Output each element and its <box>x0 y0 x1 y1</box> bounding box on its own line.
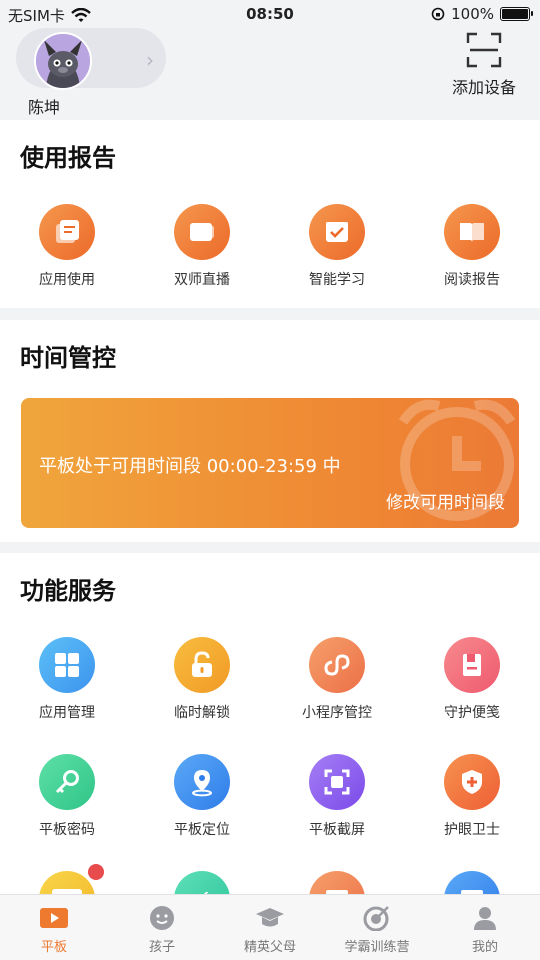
usage-report-title: 使用报告 <box>20 144 116 172</box>
battery-icon <box>500 7 533 21</box>
add-device-label: 添加设备 <box>451 78 516 97</box>
item-label: 护眼卫士 <box>444 822 500 838</box>
item-label: 守护便笺 <box>444 705 500 721</box>
time-control-title: 时间管控 <box>20 344 116 372</box>
tablet-screenshot-button[interactable]: 平板截屏 <box>287 754 387 839</box>
available-time-banner[interactable]: 平板处于可用时间段 00:00-23:59 中 修改可用时间段 <box>21 398 519 528</box>
add-device-button[interactable]: 添加设备 <box>444 32 524 98</box>
services-card: 功能服务 应用管理 临时解锁 小程序管控 守护便笺 平板密码 平板定位 平板截屏… <box>0 553 540 894</box>
profile-header: › 陈坤 添加设备 <box>0 28 540 120</box>
child-face-icon <box>150 906 174 930</box>
avatar[interactable] <box>34 32 92 90</box>
tablet-play-icon <box>40 908 68 928</box>
available-time-text: 平板处于可用时间段 00:00-23:59 中 <box>39 456 341 477</box>
service-item-row3-2[interactable]: ✓ <box>152 871 252 894</box>
key-icon <box>55 770 79 794</box>
tab-label: 平板 <box>40 940 67 955</box>
profile-username: 陈坤 <box>28 98 61 117</box>
location-icon <box>192 770 212 797</box>
item-label: 智能学习 <box>309 272 365 288</box>
bottom-tab-bar: 平板 孩子 精英父母 学霸训练营 我的 <box>0 894 540 960</box>
guard-note-button[interactable]: 守护便笺 <box>422 637 522 722</box>
scan-icon <box>466 32 502 68</box>
live-class-button[interactable]: 双师直播 <box>152 204 252 289</box>
tab-label: 我的 <box>471 940 498 955</box>
item-label: 小程序管控 <box>302 705 372 721</box>
item-label: 应用使用 <box>39 272 95 288</box>
screenshot-icon <box>324 769 350 795</box>
tab-study-camp[interactable]: 学霸训练营 <box>327 905 427 955</box>
app-management-button[interactable]: 应用管理 <box>17 637 117 722</box>
tab-tablet[interactable]: 平板 <box>4 905 104 955</box>
mini-program-control-button[interactable]: 小程序管控 <box>287 637 387 722</box>
tab-child[interactable]: 孩子 <box>112 905 212 955</box>
target-icon <box>363 906 389 932</box>
service-item-row3-3[interactable] <box>287 871 387 894</box>
tablet-location-button[interactable]: 平板定位 <box>152 754 252 839</box>
item-label: 平板密码 <box>39 822 95 838</box>
chevron-right-icon: › <box>146 48 154 72</box>
graduation-cap-icon <box>256 908 284 927</box>
temp-unlock-button[interactable]: 临时解锁 <box>152 637 252 722</box>
check-icon: ✓ <box>192 885 212 894</box>
tablet-password-button[interactable]: 平板密码 <box>17 754 117 839</box>
unlock-icon <box>192 651 212 677</box>
reading-report-button[interactable]: 阅读报告 <box>422 204 522 289</box>
smart-learning-button[interactable]: 智能学习 <box>287 204 387 289</box>
service-item-row3-4[interactable] <box>422 871 522 894</box>
notification-dot <box>88 864 104 880</box>
tab-label: 学霸训练营 <box>344 940 410 955</box>
tab-elite-parents[interactable]: 精英父母 <box>220 905 320 955</box>
rotation-lock-icon <box>431 7 445 21</box>
item-label: 平板定位 <box>174 822 230 838</box>
eye-guard-icon <box>462 770 482 794</box>
usage-report-card: 使用报告 应用使用 双师直播 智能学习 阅读报告 <box>0 120 540 308</box>
tab-mine[interactable]: 我的 <box>435 905 535 955</box>
modify-time-link[interactable]: 修改可用时间段 <box>386 488 505 513</box>
status-bar: 无SIM卡 08:50 100% <box>0 0 540 28</box>
tab-label: 孩子 <box>148 940 175 955</box>
note-icon <box>463 654 481 676</box>
person-icon <box>474 907 496 930</box>
eye-guard-button[interactable]: 护眼卫士 <box>422 754 522 839</box>
item-label: 临时解锁 <box>174 705 230 721</box>
item-label: 平板截屏 <box>309 822 365 838</box>
item-label: 阅读报告 <box>444 272 500 288</box>
smart-learning-icon <box>326 222 348 242</box>
battery-percent: 100% <box>451 5 494 23</box>
live-class-icon <box>190 223 214 241</box>
grid-icon <box>55 653 79 677</box>
mini-program-icon <box>324 654 350 676</box>
item-label: 双师直播 <box>174 272 230 288</box>
app-usage-button[interactable]: 应用使用 <box>17 204 117 289</box>
tab-label: 精英父母 <box>243 940 296 955</box>
app-usage-icon <box>56 220 79 243</box>
profile-switcher[interactable]: › <box>16 28 166 90</box>
reading-report-icon <box>460 223 484 242</box>
services-title: 功能服务 <box>20 577 116 605</box>
item-label: 应用管理 <box>39 705 95 721</box>
